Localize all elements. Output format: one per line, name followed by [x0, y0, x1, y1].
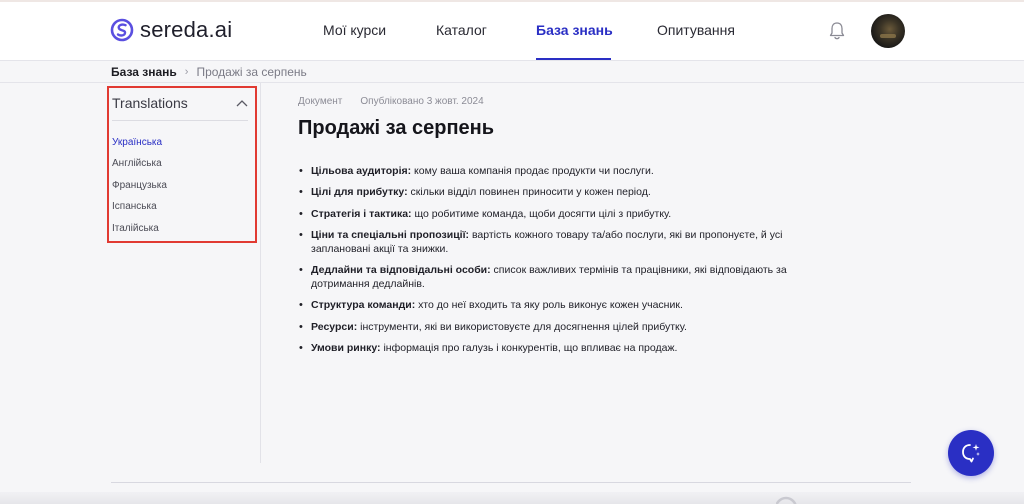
list-item-term: Цілі для прибутку:: [311, 186, 408, 199]
list-item-term: Ціни та спеціальні пропозиції:: [311, 228, 470, 241]
breadcrumb-divider: [0, 82, 1024, 83]
list-item: Структура команди: хто до неї входить та…: [298, 298, 828, 312]
bell-icon[interactable]: [828, 21, 846, 41]
chevron-up-icon[interactable]: [236, 99, 248, 107]
document-meta: Документ Опубліковано 3 жовт. 2024: [298, 96, 484, 107]
list-item: Цілі для прибутку: скільки відділ повине…: [298, 185, 828, 199]
document-published-date: Опубліковано 3 жовт. 2024: [360, 96, 484, 107]
list-item-term: Структура команди:: [311, 299, 416, 312]
translations-header[interactable]: Translations: [112, 95, 248, 121]
nav-catalog[interactable]: Каталог: [436, 22, 487, 38]
ai-assistant-icon: [962, 444, 980, 463]
translations-panel: Translations Українська Англійська Франц…: [107, 86, 257, 243]
content-bottom-divider: [111, 482, 911, 483]
translation-spanish[interactable]: Іспанська: [112, 201, 157, 212]
list-item-term: Ресурси:: [311, 320, 358, 333]
list-item-text: хто до неї входить та яку роль виконує к…: [415, 299, 683, 312]
list-item: Ціни та спеціальні пропозиції: вартість …: [298, 228, 828, 256]
list-item: Стратегія і тактика: що робитиме команда…: [298, 207, 828, 221]
list-item: Ресурси: інструменти, які ви використову…: [298, 320, 828, 334]
list-item-term: Стратегія і тактика:: [311, 207, 412, 220]
document-body-list: Цільова аудиторія: кому ваша компанія пр…: [298, 164, 828, 362]
logo[interactable]: sereda.ai: [110, 17, 232, 43]
nav-surveys[interactable]: Опитування: [657, 22, 735, 38]
list-item: Умови ринку: інформація про галузь і кон…: [298, 341, 828, 355]
list-item-term: Дедлайни та відповідальні особи:: [311, 264, 491, 277]
list-item-text: кому ваша компанія продає продукти чи по…: [411, 165, 654, 177]
ai-assistant-button[interactable]: [948, 430, 994, 476]
footer-logo-ghost-icon: [776, 496, 797, 504]
translation-english[interactable]: Англійська: [112, 158, 162, 169]
nav-my-courses[interactable]: Мої курси: [323, 22, 386, 38]
breadcrumb: База знань › Продажі за серпень: [111, 65, 307, 79]
top-edge-strip: [0, 0, 1024, 2]
list-item: Цільова аудиторія: кому ваша компанія пр…: [298, 164, 828, 178]
page-title: Продажі за серпень: [298, 117, 495, 139]
document-type: Документ: [298, 96, 343, 107]
sidebar-divider: [260, 83, 261, 463]
translations-title: Translations: [112, 95, 188, 111]
breadcrumb-root[interactable]: База знань: [111, 65, 177, 79]
translation-italian[interactable]: Італійська: [112, 223, 159, 234]
logo-mark-icon: [110, 18, 134, 42]
translation-french[interactable]: Французька: [112, 180, 167, 191]
list-item-term: Цільова аудиторія:: [311, 165, 412, 177]
logo-text: sereda.ai: [140, 17, 233, 42]
active-nav-indicator: [536, 58, 611, 60]
list-item-text: що робитиме команда, щоби досягти цілі з…: [411, 207, 672, 220]
list-item: Дедлайни та відповідальні особи: список …: [298, 263, 828, 291]
list-item-text: скільки відділ повинен приносити у кожен…: [407, 186, 651, 199]
avatar[interactable]: [871, 14, 905, 48]
translation-ukrainian[interactable]: Українська: [112, 137, 162, 148]
list-item-text: інформація про галузь і конкурентів, що …: [380, 342, 678, 355]
nav-knowledge-base[interactable]: База знань: [536, 22, 613, 38]
list-item-term: Умови ринку:: [311, 342, 381, 355]
breadcrumb-current: Продажі за серпень: [196, 65, 307, 79]
top-navigation-bar: sereda.ai Мої курси Каталог База знань О…: [0, 0, 1024, 61]
breadcrumb-separator: ›: [184, 66, 189, 78]
list-item-text: інструменти, які ви використовуєте для д…: [357, 320, 687, 333]
